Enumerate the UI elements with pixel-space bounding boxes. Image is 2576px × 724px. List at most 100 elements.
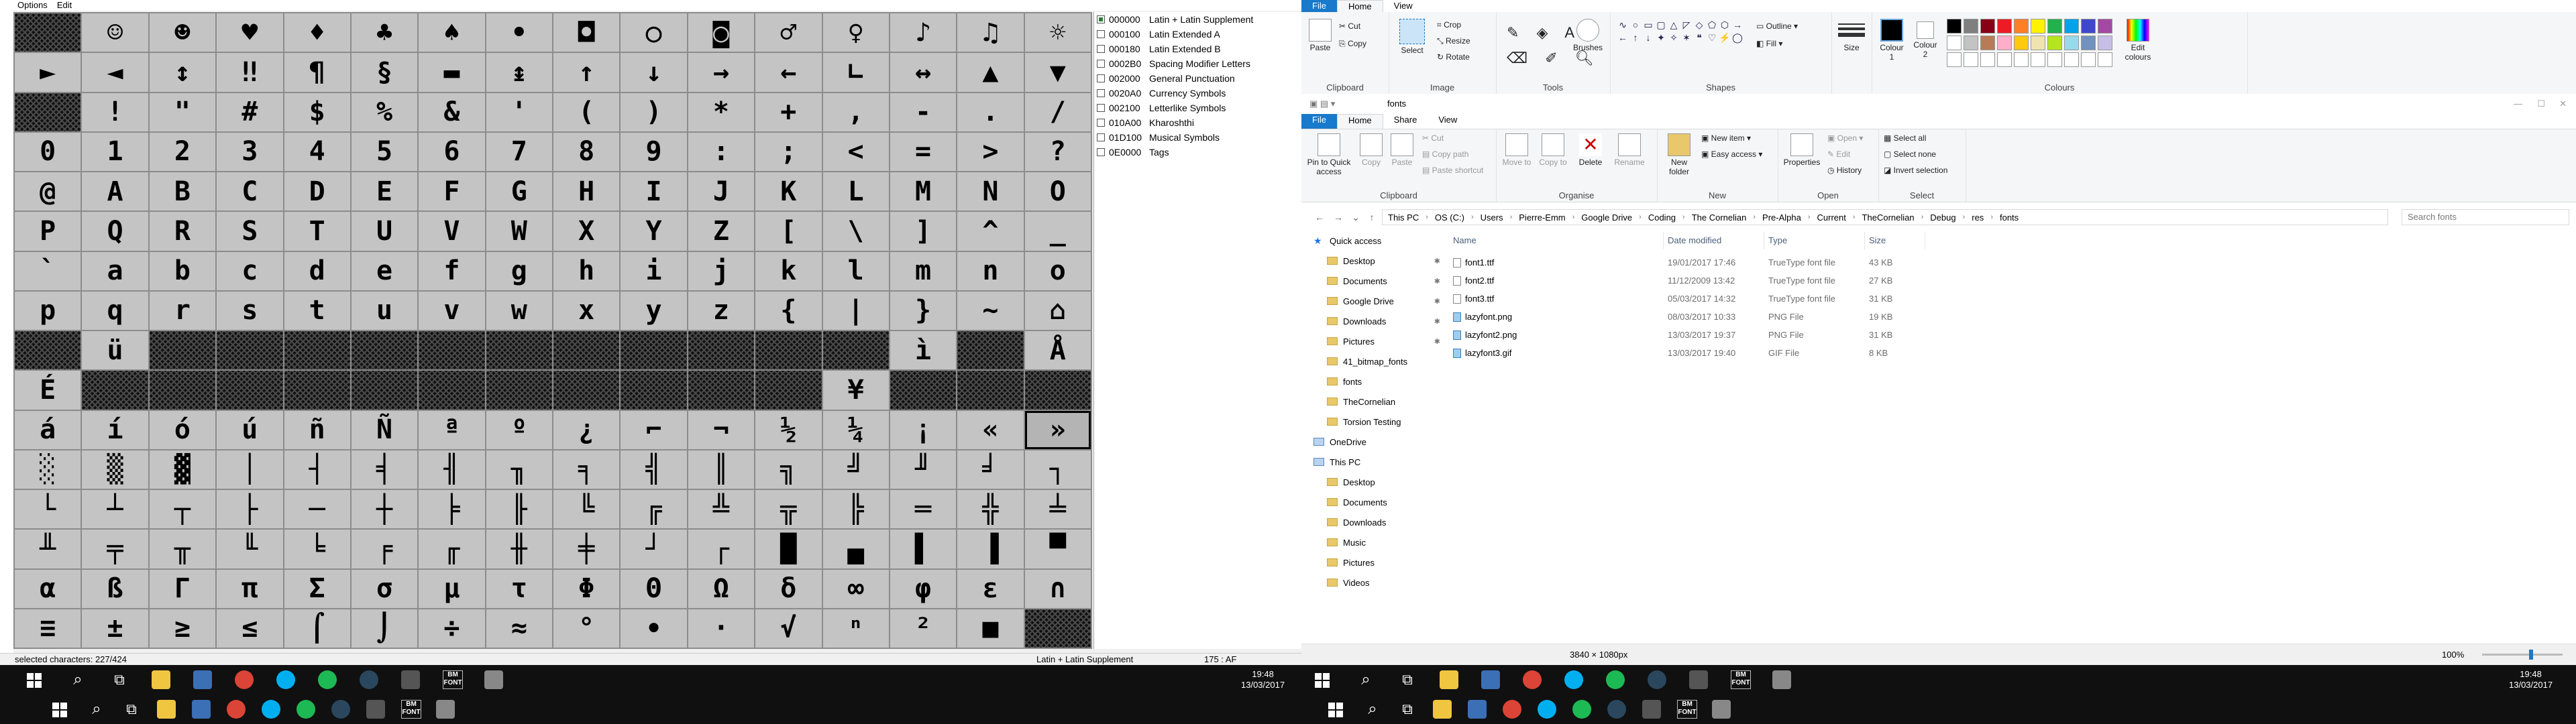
glyph-cell[interactable]: K (755, 172, 822, 211)
select-all-button[interactable]: ▦ Select all (1884, 133, 1926, 143)
glyph-cell[interactable]: ╤ (82, 530, 148, 568)
glyph-cell[interactable]: á (15, 410, 81, 449)
glyph-cell[interactable]: ╣ (621, 450, 687, 489)
ex-paste-button[interactable]: Paste (1389, 133, 1415, 167)
copy-to-button[interactable]: Copy to (1536, 133, 1570, 167)
file-explorer-icon[interactable] (1440, 670, 1458, 689)
glyph-cell[interactable] (217, 331, 283, 370)
glyph-cell[interactable]: N (957, 172, 1024, 211)
glyph-cell[interactable]: ¶ (284, 53, 350, 92)
glyph-cell[interactable]: 1 (82, 132, 148, 171)
search-input[interactable]: Search fonts (2402, 209, 2569, 225)
glyph-cell[interactable] (890, 371, 957, 410)
glyph-cell[interactable]: R (149, 212, 216, 251)
nav-item[interactable]: ★ Quick access (1301, 232, 1446, 249)
glyph-cell[interactable]: ☺ (82, 13, 148, 52)
windows-start-icon[interactable] (1328, 703, 1343, 717)
custom-colour-slot[interactable] (2031, 52, 2045, 67)
glyph-cell[interactable]: ┐ (1024, 450, 1091, 489)
menu-edit[interactable]: Edit (57, 0, 72, 11)
breadcrumb-separator-icon[interactable]: › (1804, 213, 1815, 221)
glyph-cell[interactable]: É (15, 371, 81, 410)
glyph-cell[interactable]: P (15, 212, 81, 251)
glyph-cell[interactable]: ◙ (688, 13, 755, 52)
glyph-cell[interactable]: , (822, 93, 889, 131)
range-item[interactable]: 000100 Latin Extended A (1094, 27, 1302, 42)
glyph-cell[interactable]: 8 (553, 132, 620, 171)
colour-swatch[interactable] (2014, 19, 2029, 34)
glyph-cell[interactable]: α (15, 569, 81, 608)
glyph-cell[interactable]: ⌠ (284, 609, 350, 648)
shape-icon[interactable]: ∿ (1617, 19, 1629, 31)
glyph-cell[interactable]: → (688, 53, 755, 92)
glyph-cell[interactable]: i (621, 251, 687, 290)
paint-tab-home[interactable]: Home (1336, 0, 1383, 12)
shape-icon[interactable]: ✶ (1680, 32, 1693, 44)
glyph-cell[interactable]: - (890, 93, 957, 131)
glyph-cell[interactable]: < (822, 132, 889, 171)
glyph-cell[interactable]: A (82, 172, 148, 211)
select-none-button[interactable]: ▢ Select none (1884, 149, 1936, 159)
glyph-cell[interactable]: _ (1024, 212, 1091, 251)
shape-icon[interactable]: ⬠ (1706, 19, 1718, 31)
glyph-cell[interactable]: ╬ (957, 490, 1024, 529)
app-icon[interactable] (436, 700, 455, 719)
bm-font-icon[interactable]: BM FONT (401, 700, 421, 719)
size-button[interactable]: Size (1838, 19, 1865, 52)
glyph-cell[interactable]: ○ (621, 13, 687, 52)
nav-item[interactable]: 41_bitmap_fonts (1301, 353, 1446, 370)
glyph-cell[interactable]: u (351, 291, 418, 330)
glyph-cell[interactable]: Å (1024, 331, 1091, 370)
glyph-cell[interactable]: = (890, 132, 957, 171)
glyph-cell[interactable]: µ (419, 569, 485, 608)
range-item[interactable]: 0E0000 Tags (1094, 145, 1302, 160)
glyph-cell[interactable]: ì (890, 331, 957, 370)
glyph-cell[interactable]: ¡ (890, 410, 957, 449)
glyph-cell[interactable] (82, 371, 148, 410)
glyph-cell[interactable]: ☻ (149, 13, 216, 52)
bm-font-icon[interactable]: BM FONT (443, 670, 463, 689)
glyph-cell[interactable]: ╟ (486, 490, 552, 529)
colour-swatch[interactable] (2098, 36, 2112, 50)
glyph-cell[interactable] (15, 13, 81, 52)
copy-button[interactable]: ⎘ Copy (1339, 39, 1366, 49)
glyph-cell[interactable]: ♫ (957, 13, 1024, 52)
shape-icon[interactable]: ← (1617, 32, 1629, 44)
skype-icon[interactable] (276, 670, 295, 689)
paint-tab-file[interactable]: File (1301, 0, 1337, 12)
breadcrumb-separator-icon[interactable]: › (1467, 213, 1478, 221)
glyph-cell[interactable]: ┘ (621, 530, 687, 568)
maximize-icon[interactable]: ☐ (2537, 94, 2545, 114)
glyph-cell[interactable]: ╪ (553, 530, 620, 568)
glyph-cell[interactable]: ═ (890, 490, 957, 529)
col-name[interactable]: Name (1449, 232, 1664, 249)
glyph-cell[interactable]: ß (82, 569, 148, 608)
glyph-cell[interactable] (419, 371, 485, 410)
glyph-cell[interactable]: # (217, 93, 283, 131)
col-type[interactable]: Type (1764, 232, 1865, 249)
range-item[interactable]: 0020A0 Currency Symbols (1094, 86, 1302, 101)
chrome-icon[interactable] (227, 700, 246, 719)
glyph-cell[interactable] (755, 331, 822, 370)
shape-icon[interactable]: ○ (1629, 19, 1642, 31)
glyph-cell[interactable]: ½ (755, 410, 822, 449)
glyph-cell[interactable]: ▬ (419, 53, 485, 92)
photos-icon[interactable] (401, 670, 420, 689)
glyph-cell[interactable]: ╧ (1024, 490, 1091, 529)
nav-item[interactable]: Videos (1301, 574, 1446, 591)
file-row[interactable]: lazyfont.png 08/03/2017 10:33 PNG File 19 K… (1449, 308, 2120, 326)
glyph-cell[interactable]: b (149, 251, 216, 290)
glyph-cell[interactable]: ~ (957, 291, 1024, 330)
glyph-cell[interactable]: X (553, 212, 620, 251)
glyph-cell[interactable]: ☼ (1024, 13, 1091, 52)
glyph-cell[interactable]: ⌡ (351, 609, 418, 648)
glyph-cell[interactable]: ╫ (486, 530, 552, 568)
spotify-icon[interactable] (318, 670, 337, 689)
properties-button[interactable]: Properties (1782, 133, 1822, 167)
recent-dropdown-icon[interactable]: ⌄ (1348, 210, 1363, 224)
explorer-tab-home[interactable]: Home (1336, 114, 1383, 129)
rotate-button[interactable]: ↻ Rotate (1437, 52, 1470, 62)
glyph-cell[interactable]: & (419, 93, 485, 131)
shape-icon[interactable]: ◇ (1693, 19, 1705, 31)
range-checkbox[interactable] (1097, 30, 1105, 38)
